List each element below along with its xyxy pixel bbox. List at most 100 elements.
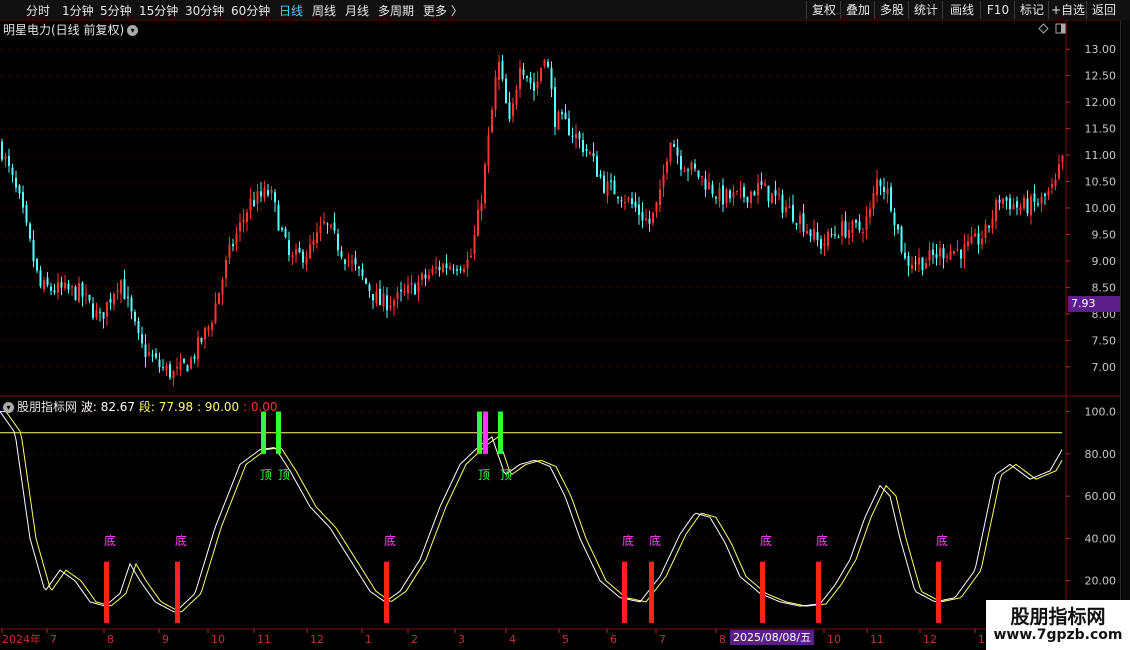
candle-body [977,233,980,245]
candle-body [515,89,518,106]
candle-body [998,199,1001,203]
candle-body [64,282,66,289]
candle-body [680,155,682,170]
candle-body [564,112,567,120]
candle-body [792,204,794,222]
candle-body [354,258,357,265]
chevron-down-icon[interactable]: ▾ [3,402,14,413]
draw-line-button[interactable]: 画线 [942,1,981,19]
candle-body [274,192,276,203]
candle-body [711,184,714,195]
candle-body [214,303,217,324]
candle-body [1058,164,1060,179]
candle-body [946,256,948,258]
tab-monthly[interactable]: 月线 [345,2,369,19]
candle-body [186,365,189,372]
candle-body [463,268,465,272]
candle-body [914,262,917,264]
candle-body [746,196,749,203]
candle-body [911,265,913,269]
price-tick-label: 9.00 [1092,255,1117,268]
candle-body [88,294,91,301]
tab-more[interactable]: 更多 〉 [423,2,463,19]
top-signal-bar [261,411,266,454]
candle-body [862,232,864,234]
add-favorite-button[interactable]: +自选 [1048,1,1087,19]
side-panel-strip[interactable] [1120,20,1130,628]
bottom-signal-label: 底 [760,533,772,548]
tab-30min[interactable]: 30分钟 [185,2,224,19]
tab-intraday[interactable]: 分时 [26,2,50,19]
candle-body [967,241,969,246]
candle-body [855,220,857,223]
multi-stock-button[interactable]: 多股 [874,1,909,19]
candle-body [624,202,626,204]
candle-body [288,240,290,256]
candle-body [172,370,175,379]
indicator-tick-label: 20.00 [1085,575,1117,588]
indicator-chart[interactable]: 100.080.0060.0040.0020.00顶顶顶顶底底底底底底底底 [0,397,1120,628]
candle-body [71,286,73,288]
candle-body [750,191,752,204]
candle-body [837,237,840,239]
tab-1min[interactable]: 1分钟 [62,2,94,19]
candle-body [603,175,605,193]
candle-body [918,257,920,265]
tab-5min[interactable]: 5分钟 [100,2,132,19]
candle-body [176,366,178,369]
candle-body [379,288,381,306]
back-button[interactable]: 返回 [1086,1,1121,19]
mark-button[interactable]: 标记 [1014,1,1049,19]
candle-body [813,229,815,240]
candle-body [92,303,94,318]
candle-body [228,243,231,259]
candle-body [1005,197,1008,201]
candle-body [270,189,273,194]
candle-body [197,337,199,360]
candle-body [879,179,882,187]
candle-body [57,282,59,293]
fuquan-button[interactable]: 复权 [806,1,841,19]
bottom-signal-bar [175,561,180,623]
candle-body [333,222,336,231]
price-chart[interactable]: 13.00 12.50 12.00 11.50 11.00 10.50 10.00 9.50 9… [0,20,1120,397]
panel-toggle-icon[interactable] [1055,23,1066,34]
tab-multi-period[interactable]: 多周期 [378,2,414,19]
candle-body [774,190,777,196]
candle-body [865,215,868,231]
price-tick-label: 11.00 [1085,149,1117,162]
candle-body [225,259,227,279]
candle-body [386,295,388,311]
candle-body [242,219,245,223]
candle-body [36,258,38,271]
tab-daily[interactable]: 日线 [279,2,303,19]
candle-body [438,266,441,270]
candle-body [130,297,133,312]
candle-body [617,196,619,199]
stats-button[interactable]: 统计 [908,1,943,19]
candle-body [263,188,266,198]
candle-body [736,190,738,192]
tab-15min[interactable]: 15分钟 [139,2,178,19]
candle-body [1016,201,1018,208]
chevron-down-icon[interactable]: ▾ [127,25,139,36]
candle-body [540,67,542,81]
f10-button[interactable]: F10 [980,1,1015,19]
candle-body [526,76,528,78]
time-tick-label: 6 [610,633,617,646]
candle-body [816,232,819,240]
segment-line [0,411,1063,613]
time-tick-label: 2 [411,633,418,646]
tab-60min[interactable]: 60分钟 [231,2,270,19]
overlay-button[interactable]: 叠加 [840,1,875,19]
diamond-icon[interactable] [1038,23,1049,34]
time-tick-label: 7 [50,633,57,646]
candle-body [1054,179,1057,187]
candle-body [74,286,77,300]
tab-weekly[interactable]: 周线 [312,2,336,19]
candle-body [179,361,182,370]
candle-body [953,251,955,254]
candle-body [655,201,658,212]
candle-body [18,185,21,194]
candle-body [389,305,392,308]
